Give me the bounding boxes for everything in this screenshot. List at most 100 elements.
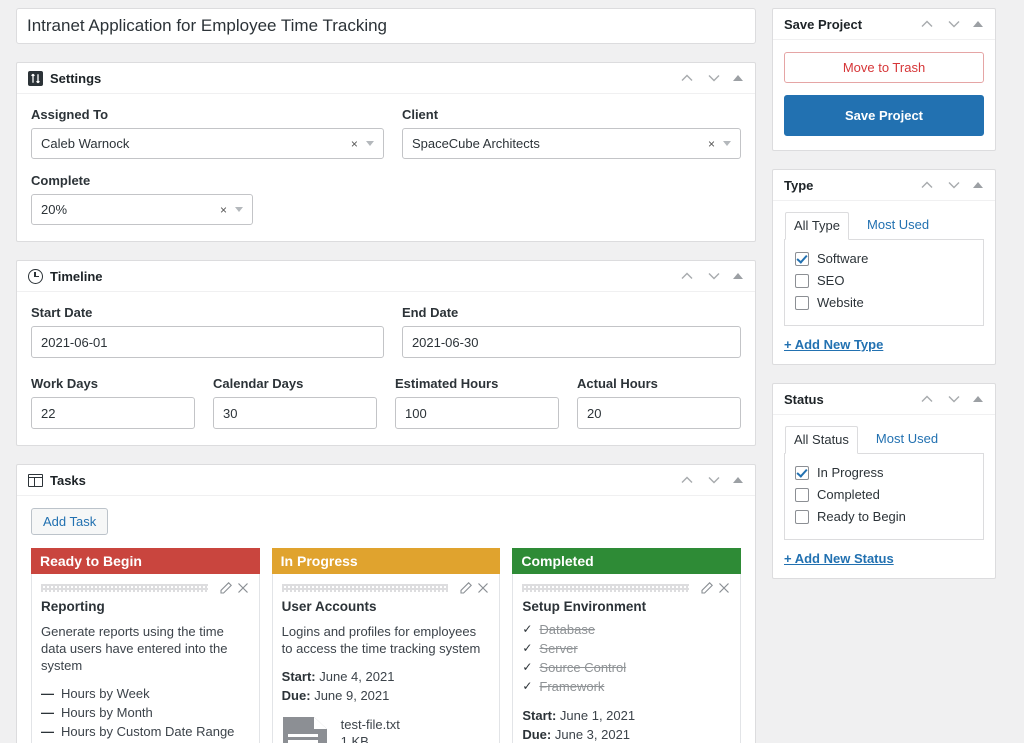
start-value: June 4, 2021 (319, 669, 395, 684)
start-date-input[interactable] (31, 326, 384, 358)
task-card[interactable]: User Accounts Logins and profiles for em… (271, 574, 501, 743)
close-icon[interactable] (476, 581, 490, 595)
add-task-button[interactable]: Add Task (31, 508, 109, 535)
calendar-days-input[interactable] (213, 397, 377, 429)
type-item-seo[interactable]: SEO (795, 271, 973, 291)
collapse-toggle-icon[interactable] (973, 396, 983, 402)
move-to-trash-button[interactable]: Move to Trash (784, 52, 984, 83)
type-panel-body: All Type Most Used Software SEO Website (773, 201, 995, 364)
move-up-icon[interactable] (919, 16, 935, 32)
move-up-icon[interactable] (679, 268, 695, 284)
check-icon: ✓ (522, 641, 533, 655)
complete-clear-icon[interactable]: × (220, 203, 235, 217)
move-up-icon[interactable] (679, 70, 695, 86)
status-item-ready-to-begin[interactable]: Ready to Begin (795, 507, 973, 527)
collapse-toggle-icon[interactable] (733, 273, 743, 279)
move-down-icon[interactable] (946, 391, 962, 407)
checkbox-icon[interactable] (795, 466, 809, 480)
timeline-panel-header[interactable]: Timeline (17, 261, 755, 292)
status-item-label: In Progress (817, 465, 884, 480)
move-down-icon[interactable] (946, 16, 962, 32)
assigned-to-select[interactable]: Caleb Warnock × (31, 128, 384, 159)
status-item-in-progress[interactable]: In Progress (795, 463, 973, 483)
task-card[interactable]: Setup Environment ✓ Database ✓ Server ✓ Sou… (512, 574, 742, 743)
due-label: Due: (522, 727, 552, 742)
status-item-label: Completed (817, 487, 880, 502)
settings-panel: Settings Assigned To Caleb Warnock × Cli… (16, 62, 756, 242)
calendar-days-group: Calendar Days (213, 376, 377, 429)
file-icon (282, 716, 328, 743)
assigned-to-clear-icon[interactable]: × (351, 137, 366, 151)
task-column-header: In Progress (271, 548, 501, 574)
tab-all-type[interactable]: All Type (785, 212, 850, 240)
pencil-icon[interactable] (459, 581, 473, 595)
checkbox-icon[interactable] (795, 296, 809, 310)
task-due-meta: Due: June 9, 2021 (282, 686, 491, 705)
tab-all-status[interactable]: All Status (785, 426, 858, 454)
save-project-button[interactable]: Save Project (784, 95, 984, 136)
tab-most-used-status[interactable]: Most Used (868, 426, 946, 454)
drag-handle[interactable] (41, 583, 208, 592)
checkbox-icon[interactable] (795, 274, 809, 288)
checkbox-icon[interactable] (795, 510, 809, 524)
main-column: Settings Assigned To (0, 0, 766, 743)
due-value: June 3, 2021 (554, 727, 631, 742)
add-new-type-link[interactable]: + Add New Type (784, 337, 883, 352)
save-project-panel-header[interactable]: Save Project (773, 9, 995, 40)
move-up-icon[interactable] (919, 177, 935, 193)
type-item-label: SEO (817, 273, 845, 288)
subtask-item: ✓ Database (522, 620, 731, 639)
close-icon[interactable] (717, 581, 731, 595)
start-date-label: Start Date (31, 305, 93, 320)
move-up-icon[interactable] (919, 391, 935, 407)
chevron-down-icon[interactable] (723, 141, 731, 146)
type-panel-header[interactable]: Type (773, 170, 995, 201)
collapse-toggle-icon[interactable] (733, 75, 743, 81)
task-attachment[interactable]: test-file.txt 1 KB (282, 716, 491, 743)
client-clear-icon[interactable]: × (708, 137, 723, 151)
chevron-down-icon[interactable] (235, 207, 243, 212)
checkbox-icon[interactable] (795, 488, 809, 502)
add-new-status-link[interactable]: + Add New Status (784, 551, 894, 566)
type-panel-actions (919, 177, 985, 193)
move-down-icon[interactable] (706, 472, 722, 488)
task-card-description: Logins and profiles for employees to acc… (281, 624, 481, 656)
settings-panel-header[interactable]: Settings (17, 63, 755, 94)
end-date-input[interactable] (401, 326, 741, 358)
sliders-icon (28, 70, 43, 86)
move-down-icon[interactable] (706, 70, 722, 86)
checkbox-icon[interactable] (795, 252, 809, 266)
collapse-toggle-icon[interactable] (973, 182, 983, 188)
drag-handle[interactable] (522, 583, 690, 592)
move-down-icon[interactable] (706, 268, 722, 284)
collapse-toggle-icon[interactable] (973, 21, 983, 27)
chevron-down-icon[interactable] (365, 141, 374, 146)
task-column-completed: Completed Setup Environment ✓ Database ✓… (512, 548, 742, 743)
tab-most-used-type[interactable]: Most Used (859, 212, 937, 240)
type-item-label: Website (817, 295, 864, 310)
collapse-toggle-icon[interactable] (733, 477, 743, 483)
task-card[interactable]: Reporting Generate reports using the tim… (31, 574, 260, 743)
timeline-panel-title: Timeline (50, 268, 103, 284)
status-item-completed[interactable]: Completed (795, 485, 973, 505)
pencil-icon[interactable] (219, 581, 233, 595)
project-title-input[interactable] (16, 8, 756, 44)
tasks-panel-body: Add Task Ready to Begin Reporting Genera… (17, 496, 755, 743)
actual-hours-input[interactable] (577, 397, 741, 429)
table-icon (28, 473, 43, 487)
status-panel-header[interactable]: Status (773, 384, 995, 415)
complete-select[interactable]: 20% × (31, 194, 253, 225)
task-due-meta: Due: June 3, 2021 (522, 725, 731, 743)
drag-handle[interactable] (281, 583, 449, 592)
type-item-software[interactable]: Software (795, 249, 973, 269)
tasks-panel-header[interactable]: Tasks (17, 465, 755, 496)
type-item-website[interactable]: Website (795, 293, 973, 313)
move-up-icon[interactable] (679, 472, 695, 488)
move-down-icon[interactable] (946, 177, 962, 193)
due-label: Due: (281, 688, 311, 703)
estimated-hours-input[interactable] (395, 397, 559, 429)
work-days-input[interactable] (31, 397, 195, 429)
close-icon[interactable] (236, 581, 250, 595)
client-select[interactable]: SpaceCube Architects × (401, 128, 741, 159)
pencil-icon[interactable] (700, 581, 714, 595)
